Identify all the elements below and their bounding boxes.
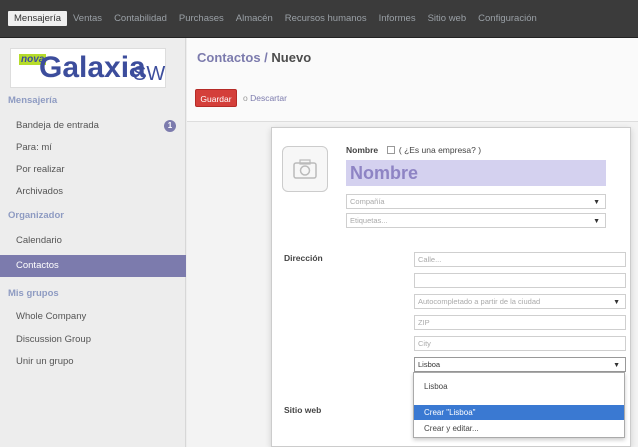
menu-recursos-humanos[interactable]: Recursos humanos xyxy=(279,11,373,26)
zip-field[interactable]: ZIP xyxy=(414,315,626,330)
breadcrumb-contactos-link[interactable]: Contactos xyxy=(197,50,261,65)
breadcrumb-separator: / xyxy=(260,50,272,65)
tags-placeholder: Etiquetas... xyxy=(350,216,388,225)
company-placeholder: Compañía xyxy=(350,197,385,206)
camera-icon xyxy=(293,159,317,179)
state-autocomplete-dropdown: Lisboa Crear "Lisboa" Crear y editar... xyxy=(413,372,625,438)
sidebar-item-contactos[interactable]: Contactos xyxy=(0,255,186,277)
sidebar-item-unir-grupo[interactable]: Unir un grupo xyxy=(0,351,186,373)
name-label-row: Nombre ( ¿Es una empresa? ) xyxy=(346,145,481,155)
save-button[interactable]: Guardar xyxy=(195,89,237,107)
logo-suffix: SW xyxy=(133,63,166,85)
autocomplete-placeholder: Autocompletado a partir de la ciudad xyxy=(418,297,541,306)
sidebar-item-bandeja[interactable]: Bandeja de entrada 1 xyxy=(0,115,186,137)
menu-informes[interactable]: Informes xyxy=(373,11,422,26)
state-value: Lisboa xyxy=(418,360,441,369)
sidebar: nova Galaxia SW Mensajería Bandeja de en… xyxy=(0,38,186,447)
sidebar-item-whole-company[interactable]: Whole Company xyxy=(0,306,186,328)
menu-mensajeria[interactable]: Mensajería xyxy=(8,11,67,26)
menu-contabilidad[interactable]: Contabilidad xyxy=(108,11,173,26)
chevron-down-icon: ▼ xyxy=(613,299,620,306)
top-menu-bar: Mensajería Ventas Contabilidad Purchases… xyxy=(0,0,638,38)
sidebar-item-por-realizar[interactable]: Por realizar xyxy=(0,159,186,181)
main-content: Contactos / Nuevo Guardar o Descartar No… xyxy=(187,38,638,447)
dropdown-option-create-edit[interactable]: Crear y editar... xyxy=(414,421,624,436)
discard-group: o Descartar xyxy=(243,93,287,103)
sidebar-item-calendario[interactable]: Calendario xyxy=(0,230,186,252)
discard-button[interactable]: Descartar xyxy=(250,93,287,103)
sidebar-item-para-mi[interactable]: Para: mí xyxy=(0,137,186,159)
company-field[interactable]: Compañía ▼ xyxy=(346,194,606,209)
inbox-count-badge: 1 xyxy=(164,120,176,132)
state-field[interactable]: Lisboa ▼ xyxy=(414,357,626,372)
chevron-down-icon: ▼ xyxy=(593,199,600,206)
sidebar-item-discussion-group[interactable]: Discussion Group xyxy=(0,329,186,351)
dropdown-option-lisboa[interactable]: Lisboa xyxy=(414,379,624,394)
menu-ventas[interactable]: Ventas xyxy=(67,11,108,26)
page-header: Contactos / Nuevo Guardar o Descartar xyxy=(187,38,638,122)
is-company-checkbox[interactable] xyxy=(386,146,395,154)
street2-field[interactable] xyxy=(414,273,626,288)
tags-field[interactable]: Etiquetas... ▼ xyxy=(346,213,606,228)
city-field[interactable]: City xyxy=(414,336,626,351)
logo-name: Galaxia xyxy=(39,51,146,84)
chevron-down-icon: ▼ xyxy=(593,218,600,225)
breadcrumb-current: Nuevo xyxy=(271,50,312,65)
street-field[interactable]: Calle... xyxy=(414,252,626,267)
sidebar-item-label: Bandeja de entrada xyxy=(16,120,99,131)
dropdown-option-create[interactable]: Crear "Lisboa" xyxy=(414,405,624,420)
address-label: Dirección xyxy=(284,253,323,263)
menu-configuracion[interactable]: Configuración xyxy=(472,11,543,26)
sidebar-item-archivados[interactable]: Archivados xyxy=(0,181,186,203)
sidebar-section-mis-grupos: Mis grupos xyxy=(8,288,59,299)
website-label: Sitio web xyxy=(284,405,322,415)
sidebar-section-mensajeria: Mensajería xyxy=(8,95,58,106)
name-label: Nombre xyxy=(346,145,379,155)
autocomplete-city-field[interactable]: Autocompletado a partir de la ciudad ▼ xyxy=(414,294,626,309)
sidebar-section-organizador: Organizador xyxy=(8,210,64,221)
menu-purchases[interactable]: Purchases xyxy=(173,11,230,26)
is-company-label: ( ¿Es una empresa? ) xyxy=(398,145,482,155)
top-menu: Mensajería Ventas Contabilidad Purchases… xyxy=(8,11,543,26)
name-input[interactable]: Nombre xyxy=(346,160,606,186)
company-logo[interactable]: nova Galaxia SW xyxy=(10,48,166,88)
breadcrumb: Contactos / Nuevo xyxy=(197,50,311,65)
contact-photo-placeholder[interactable] xyxy=(282,146,328,192)
chevron-down-icon: ▼ xyxy=(613,362,620,369)
menu-sitio-web[interactable]: Sitio web xyxy=(422,11,473,26)
menu-almacen[interactable]: Almacén xyxy=(230,11,279,26)
